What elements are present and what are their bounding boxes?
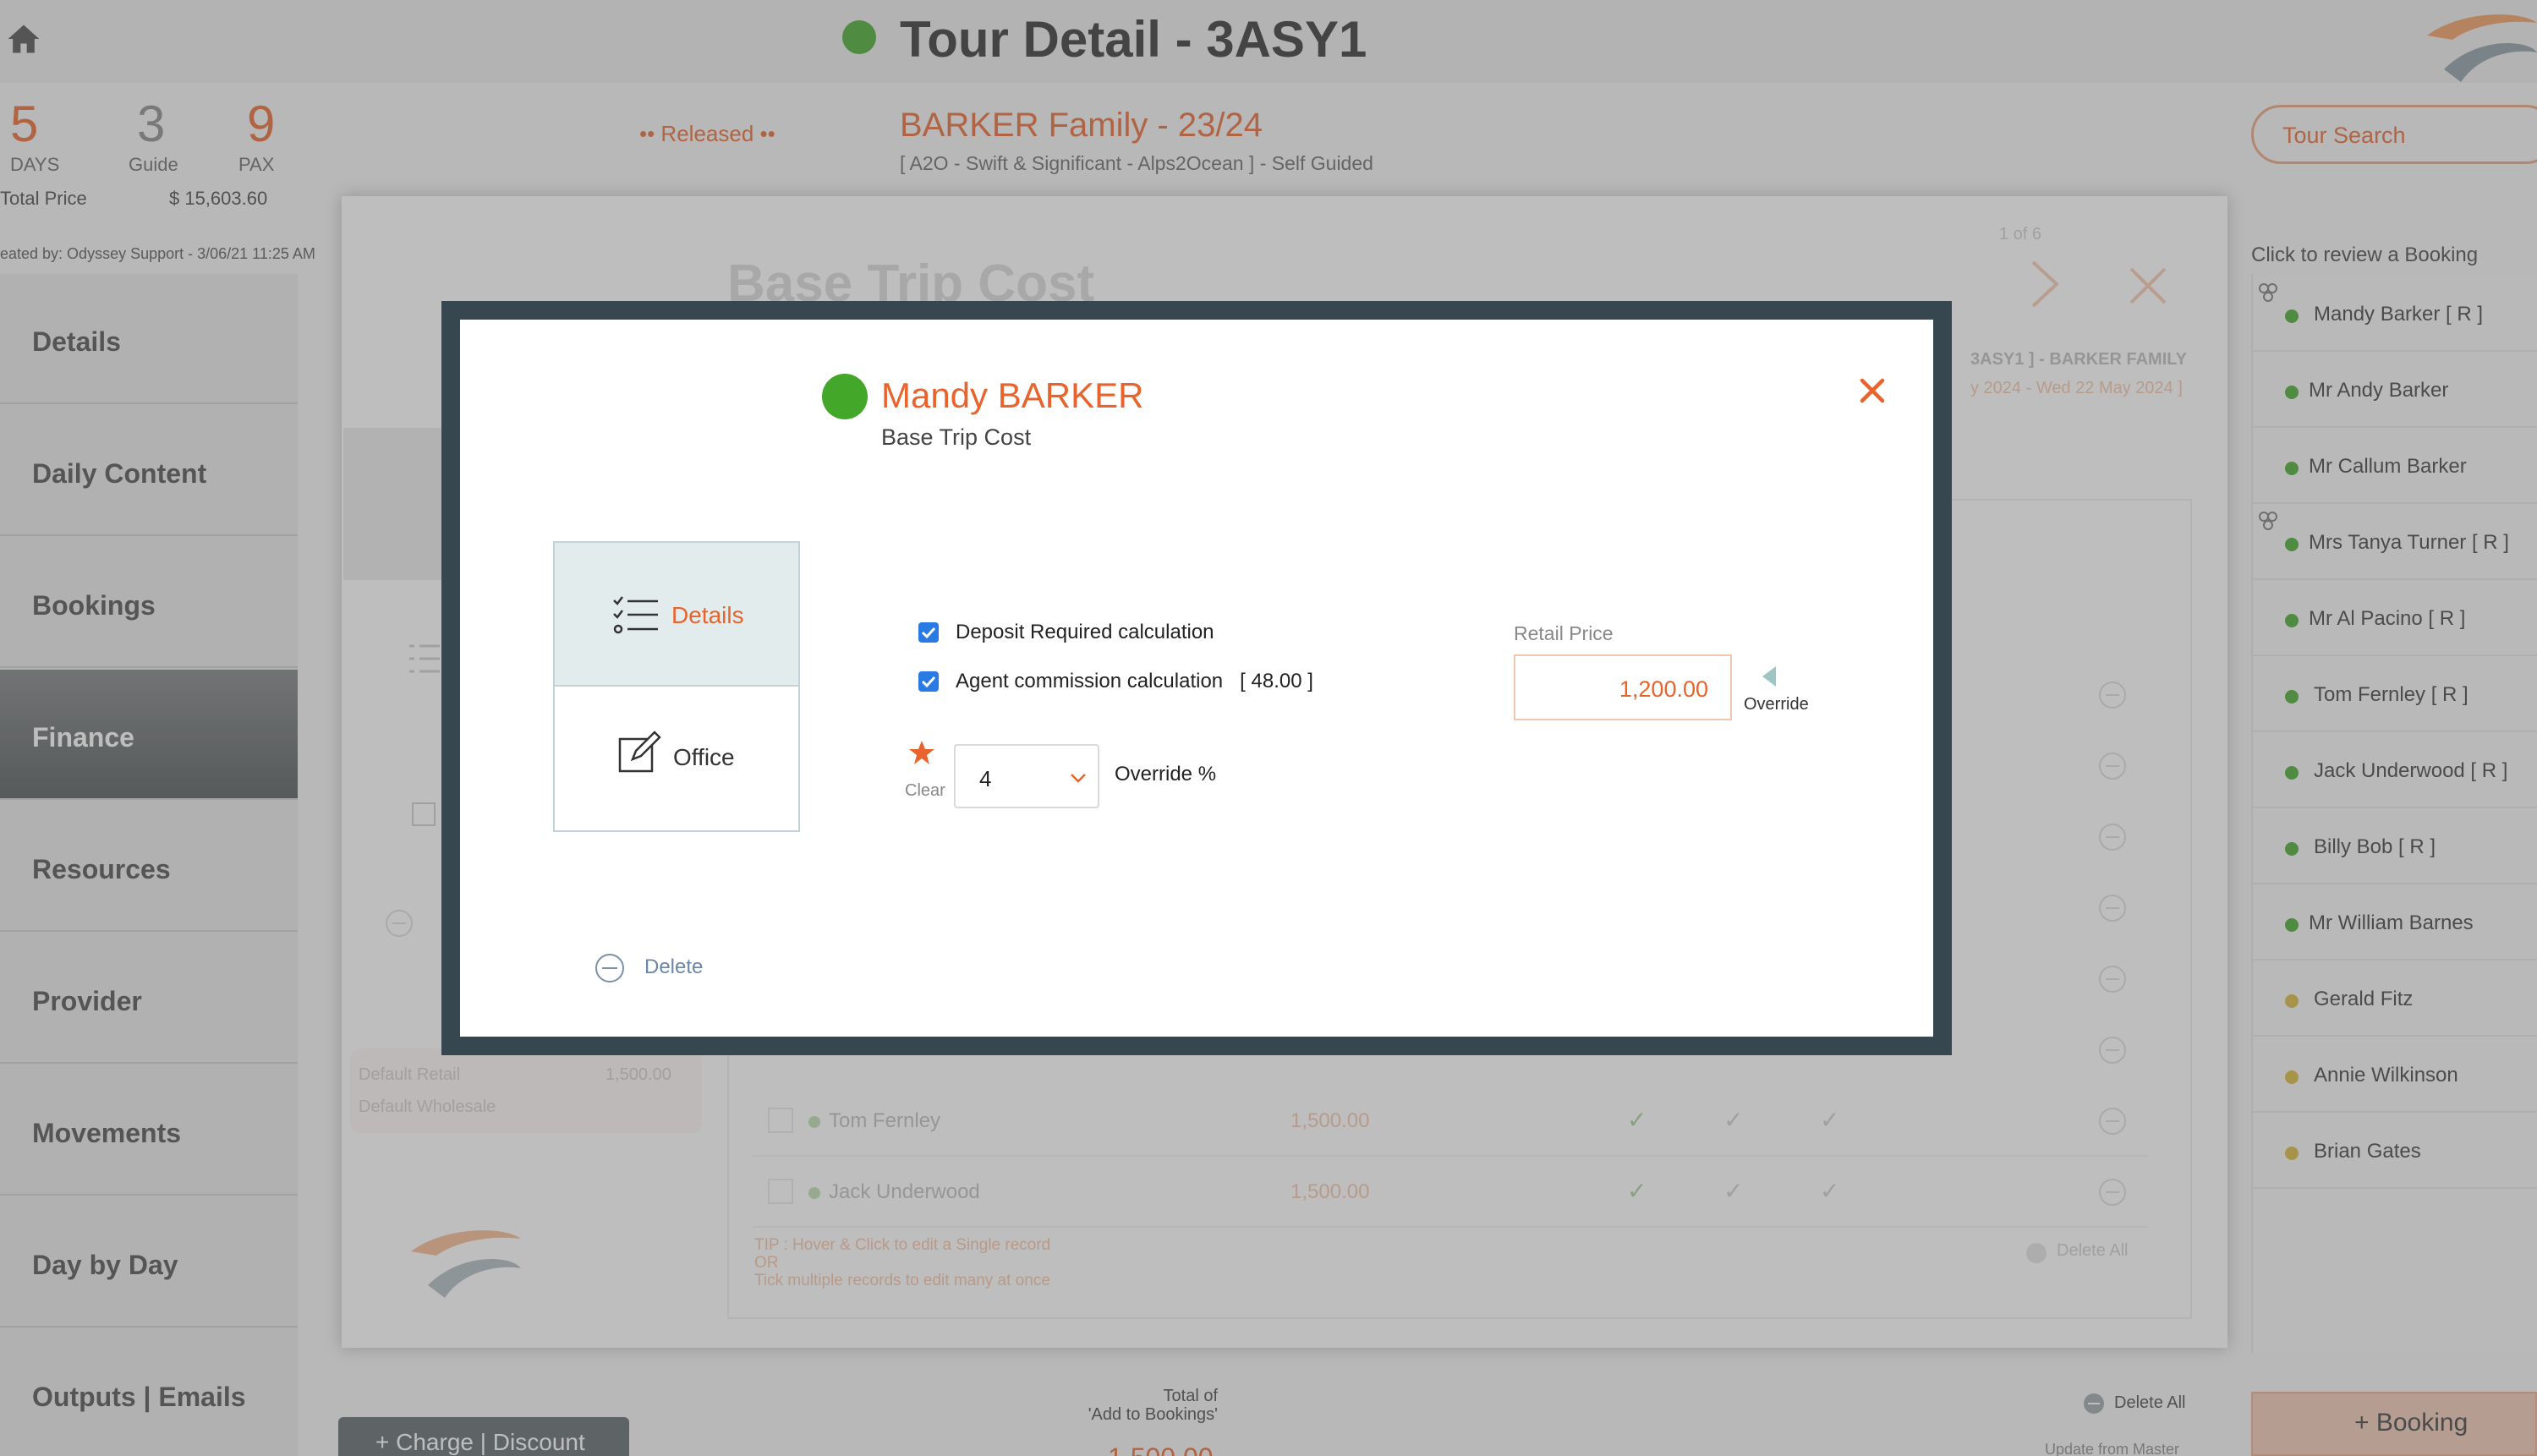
retail-price-input[interactable]: 1,200.00 (1514, 654, 1732, 720)
clear-link[interactable]: Clear (905, 781, 945, 801)
modal-subtitle: Base Trip Cost (881, 424, 1032, 450)
checklist-icon (613, 596, 658, 634)
tab-details-label: Details (671, 602, 744, 628)
minus-circle-icon[interactable] (594, 952, 626, 984)
check-icon (921, 676, 936, 688)
modal-body: Mandy BARKER Base Trip Cost Details Offi… (460, 320, 1933, 1037)
agent-commission-label: Agent commission calculation [ 48.00 ] (956, 670, 1313, 692)
override-percent-label: Override % (1115, 763, 1217, 785)
delete-button[interactable]: Delete (644, 955, 703, 979)
override-percent-select[interactable]: 4 (954, 744, 1099, 808)
retail-price-value: 1,200.00 (1619, 676, 1708, 702)
agent-commission-amount: [ 48.00 ] (1240, 670, 1313, 692)
tab-office[interactable]: Office (553, 687, 800, 832)
override-button[interactable]: Override (1744, 695, 1809, 714)
caret-left-icon[interactable] (1761, 665, 1778, 688)
check-icon (921, 627, 936, 639)
status-dot (822, 374, 868, 419)
booking-cost-modal: Mandy BARKER Base Trip Cost Details Offi… (441, 301, 1952, 1055)
retail-price-label: Retail Price (1514, 622, 1614, 644)
agent-commission-checkbox[interactable] (918, 671, 939, 692)
person-name: Mandy BARKER (881, 375, 1144, 415)
chevron-down-icon (1071, 774, 1086, 783)
tab-details[interactable]: Details (553, 541, 800, 687)
edit-icon (618, 731, 661, 773)
deposit-required-label: Deposit Required calculation (956, 621, 1214, 643)
override-percent-value: 4 (979, 766, 992, 791)
tab-office-label: Office (673, 744, 735, 770)
deposit-required-checkbox[interactable] (918, 622, 939, 643)
close-icon[interactable] (1855, 374, 1889, 408)
star-icon[interactable] (908, 739, 935, 766)
